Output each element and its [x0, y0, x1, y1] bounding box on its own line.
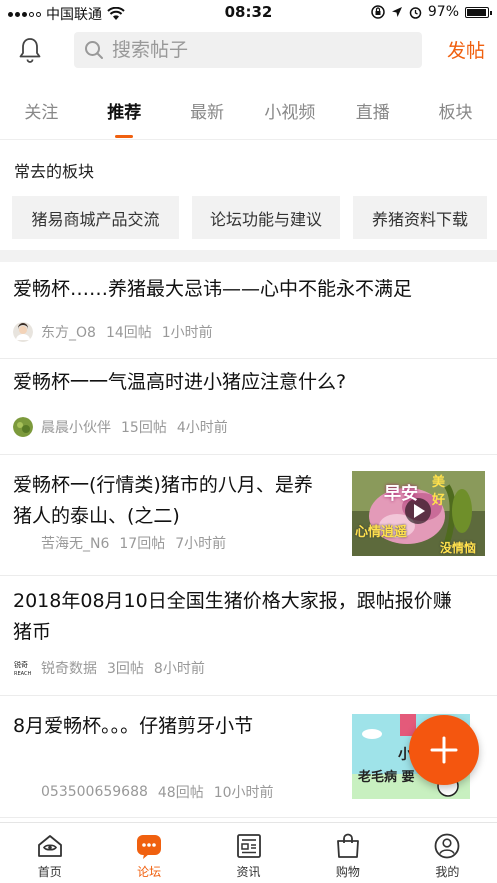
post-title-line: 猪币 [13, 621, 52, 643]
location-arrow-icon [391, 7, 402, 17]
post-title-line: 2018年08月10日全国生猪价格大家报，跟帖报价赚 [13, 590, 452, 612]
post-replies: 14回帖 [105, 325, 152, 341]
search-bar[interactable] [74, 32, 422, 68]
post-title: 爱畅杯……养猪最大忌讳——心中不能永不满足 [13, 274, 412, 305]
status-bar: 中国联通 08:32 97% [0, 0, 497, 26]
svg-text:锐奇: 锐奇 [14, 660, 28, 669]
bell-icon[interactable] [16, 36, 44, 64]
post-title: 8月爱畅杯。。。仔猪剪牙小节 [13, 711, 253, 742]
tab-bar: 关注 推荐 最新 小视频 直播 板块 [0, 84, 497, 138]
post-button[interactable]: 发帖 [447, 36, 485, 63]
post-title: 爱畅杯一一气温高时进小猪应注意什么? [13, 367, 346, 398]
svg-text:REACH: REACH [14, 671, 31, 677]
home-eye-icon [37, 835, 62, 857]
board-chip-downloads[interactable]: 养猪资料下载 [353, 196, 487, 239]
nav-label: 我的 [435, 865, 460, 879]
board-chip-mall[interactable]: 猪易商城产品交流 [12, 196, 179, 239]
tab-follow[interactable]: 关注 [0, 84, 83, 138]
post-author[interactable]: 苦海无_N6 [41, 533, 109, 553]
thumb-caption: 好 [432, 493, 446, 508]
avatar [13, 322, 33, 342]
profile-icon [434, 833, 460, 859]
nav-news[interactable]: 资讯 [199, 823, 298, 883]
post-replies: 15回帖 [121, 420, 167, 436]
create-post-fab[interactable] [409, 715, 479, 785]
frequent-boards-title: 常去的板块 [14, 162, 95, 181]
post-item[interactable]: 爱畅杯一一气温高时进小猪应注意什么? 晨晨小伙伴 15回帖 4小时前 [0, 359, 497, 455]
post-thumbnail[interactable]: 早安 美 好 心情逍遥 没情恼 [352, 471, 485, 556]
post-meta: 锐奇 REACH 锐奇数据 3回帖 8小时前 [13, 658, 205, 678]
bottom-nav: 首页 论坛 资讯 购物 我的 [0, 822, 497, 883]
tab-boards[interactable]: 板块 [414, 84, 497, 138]
shopping-bag-icon [337, 833, 359, 858]
post-time: 7小时前 [175, 536, 227, 552]
post-title: 2018年08月10日全国生猪价格大家报，跟帖报价赚 猪币 [13, 586, 452, 648]
search-input[interactable] [112, 39, 392, 61]
thumb-caption: 早安 [384, 484, 418, 504]
battery-icon [465, 6, 492, 18]
post-item[interactable]: 爱畅杯一(行情类)猪市的八月、是养 猪人的泰山、(之二) 苦海无_N6 17回帖… [0, 455, 497, 576]
frequent-boards: 猪易商城产品交流 论坛功能与建议 养猪资料下载 [12, 196, 487, 239]
nav-label: 购物 [335, 865, 360, 879]
post-time: 10小时前 [213, 785, 274, 801]
post-meta: 东方_O8 14回帖 1小时前 [13, 322, 213, 342]
post-author[interactable]: 晨晨小伙伴 [41, 417, 111, 437]
tab-latest[interactable]: 最新 [166, 84, 249, 138]
post-author[interactable]: 东方_O8 [41, 322, 96, 342]
post-title-line: 8月爱畅杯。。。仔猪剪牙小节 [13, 715, 254, 737]
news-icon [236, 834, 261, 858]
divider [0, 139, 497, 140]
battery-percent: 97% [427, 4, 459, 20]
post-title-line: 爱畅杯一(行情类)猪市的八月、是养 [13, 474, 313, 496]
post-meta: 苦海无_N6 17回帖 7小时前 [41, 533, 226, 553]
search-icon [85, 41, 103, 59]
avatar [13, 417, 33, 437]
tab-recommend[interactable]: 推荐 [83, 84, 166, 138]
avatar: 锐奇 REACH [13, 658, 33, 678]
tab-live[interactable]: 直播 [331, 84, 414, 138]
post-item[interactable]: 2018年08月10日全国生猪价格大家报，跟帖报价赚 猪币 锐奇 REACH 锐奇… [0, 576, 497, 696]
post-replies: 48回帖 [157, 785, 204, 801]
post-time: 8小时前 [153, 661, 205, 677]
thumb-caption: 没情恼 [440, 541, 477, 555]
post-title-line: 爱畅杯一一气温高时进小猪应注意什么? [13, 371, 347, 393]
thumb-caption: 老毛病 要 [358, 770, 415, 785]
plus-icon [430, 736, 458, 764]
thumb-caption: 美 [432, 475, 446, 490]
post-time: 1小时前 [161, 325, 213, 341]
post-meta: 053500659688 48回帖 10小时前 [41, 782, 274, 802]
post-title-line: 爱畅杯……养猪最大忌讳——心中不能永不满足 [13, 278, 413, 300]
nav-forum[interactable]: 论坛 [99, 823, 198, 883]
thumb-caption: 心情逍遥 [355, 525, 408, 540]
tab-short-video[interactable]: 小视频 [248, 84, 331, 138]
post-replies: 17回帖 [119, 536, 166, 552]
nav-profile[interactable]: 我的 [398, 823, 497, 883]
nav-home[interactable]: 首页 [0, 823, 99, 883]
post-time: 4小时前 [176, 420, 228, 436]
post-author[interactable]: 053500659688 [41, 784, 148, 800]
post-item[interactable]: 爱畅杯……养猪最大忌讳——心中不能永不满足 东方_O8 14回帖 1小时前 [0, 262, 497, 359]
post-meta: 晨晨小伙伴 15回帖 4小时前 [13, 417, 228, 437]
nav-label: 资讯 [236, 865, 261, 879]
section-separator [0, 250, 497, 262]
post-title: 爱畅杯一(行情类)猪市的八月、是养 猪人的泰山、(之二) [13, 470, 313, 532]
lock-rotation-icon [371, 5, 385, 19]
header: 发帖 [0, 28, 497, 72]
nav-label: 论坛 [137, 865, 162, 879]
board-chip-feedback[interactable]: 论坛功能与建议 [192, 196, 340, 239]
nav-label: 首页 [37, 865, 62, 879]
alarm-icon [409, 6, 422, 19]
post-author[interactable]: 锐奇数据 [41, 658, 97, 678]
forum-chat-icon [137, 835, 162, 859]
nav-shopping[interactable]: 购物 [298, 823, 397, 883]
status-right: 97% [371, 4, 492, 20]
post-replies: 3回帖 [107, 661, 144, 677]
post-title-line: 猪人的泰山、(之二) [13, 505, 180, 527]
